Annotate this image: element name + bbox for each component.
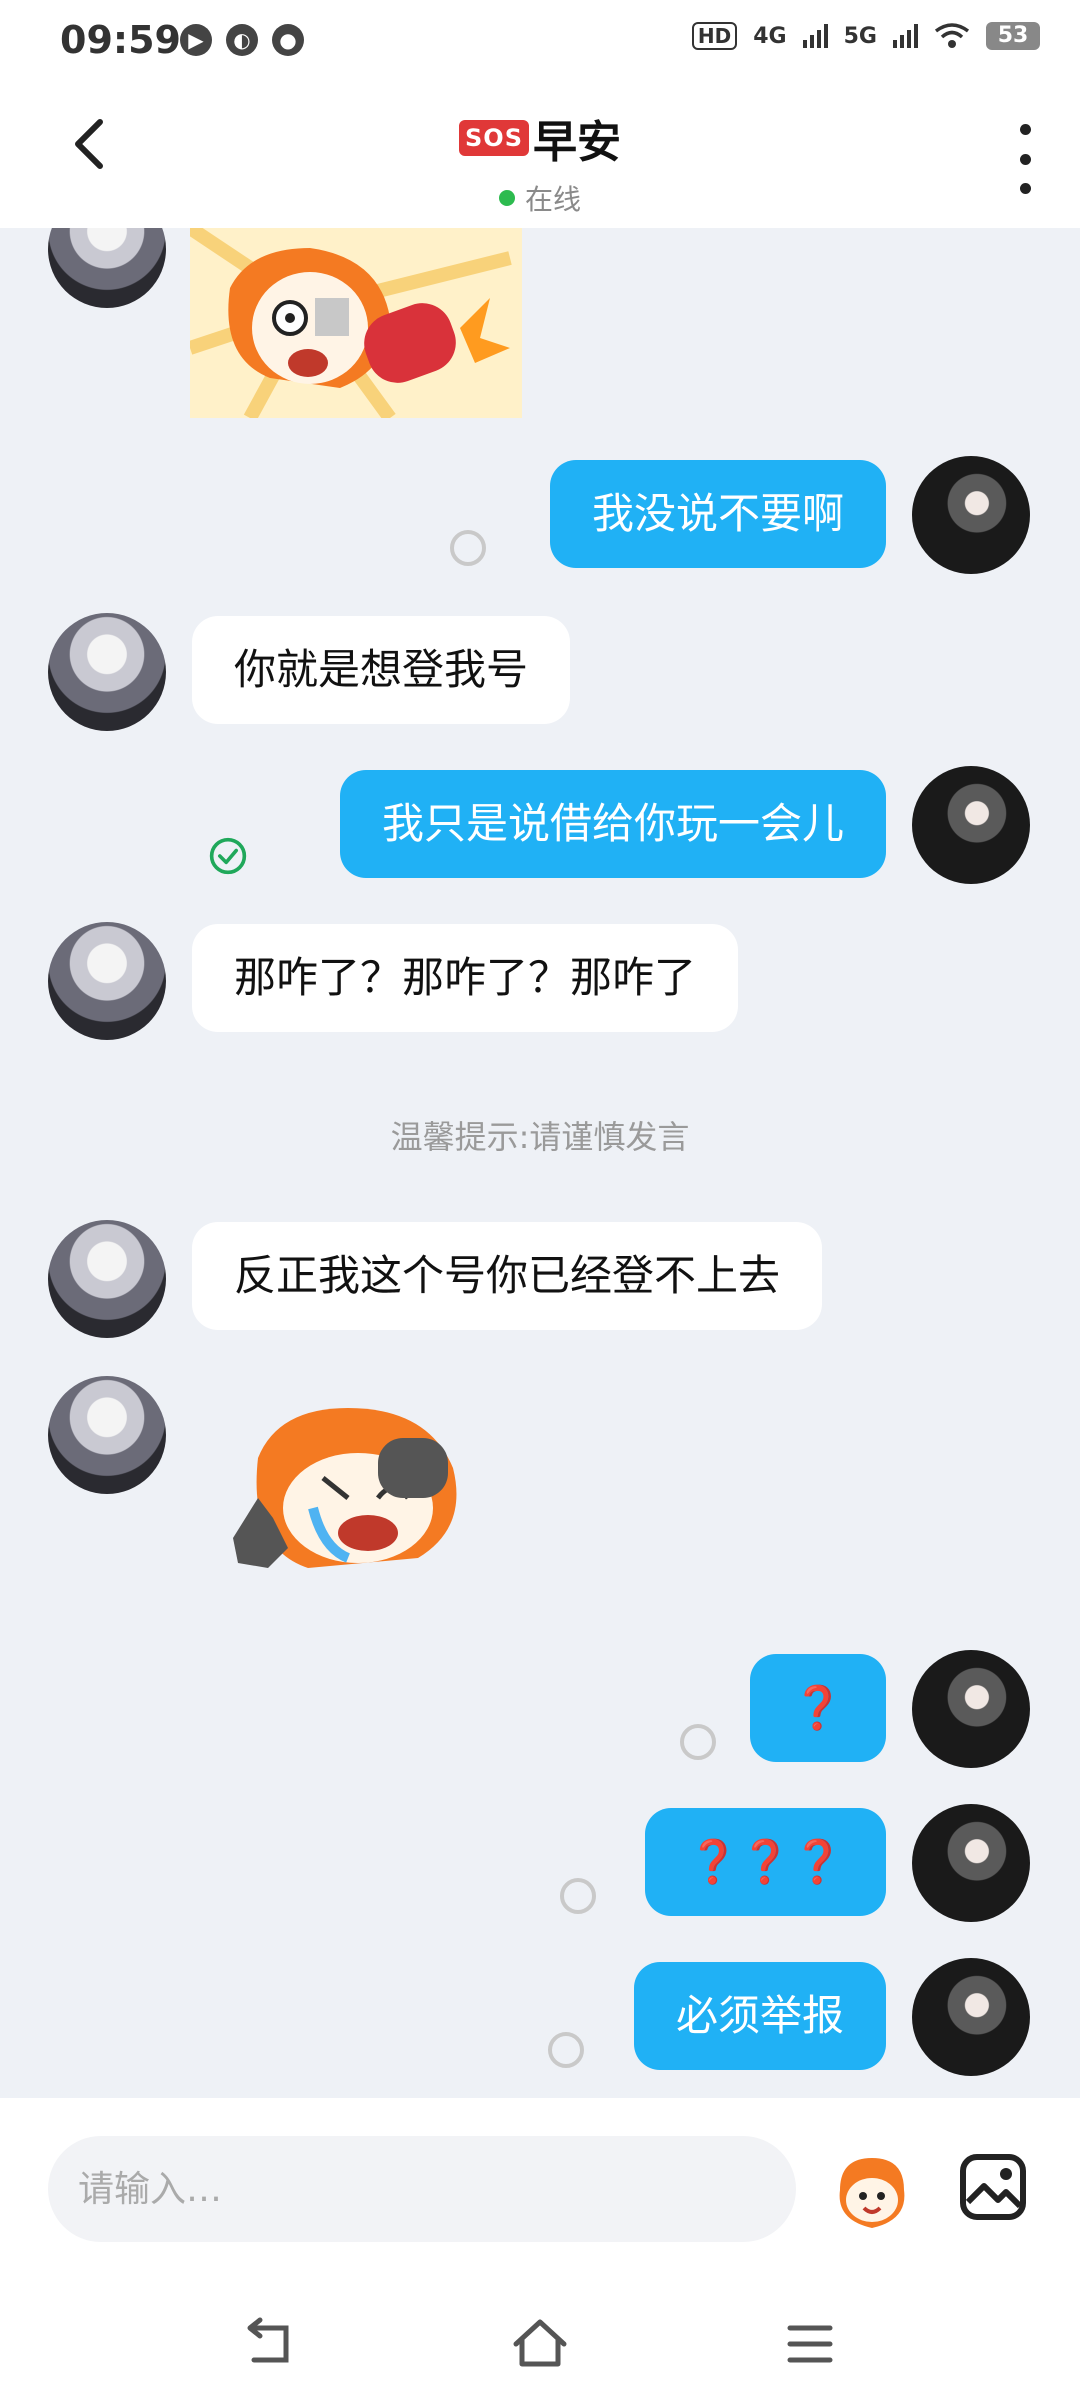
more-options-button[interactable] (1010, 124, 1040, 194)
my-avatar[interactable] (912, 766, 1030, 884)
unread-indicator-icon (560, 1878, 596, 1914)
message-input-bar (0, 2098, 1080, 2278)
my-avatar[interactable] (912, 456, 1030, 574)
hd-icon: HD (691, 22, 738, 50)
my-avatar[interactable] (912, 1650, 1030, 1768)
wifi-icon (934, 23, 970, 48)
sticker-button[interactable] (830, 2150, 914, 2234)
app-icon: ◐ (226, 24, 258, 56)
avatar[interactable] (48, 1220, 166, 1338)
contact-name: 早安 (532, 117, 621, 168)
online-dot-icon (498, 190, 515, 206)
message-bubble-outgoing[interactable]: 我没说不要啊 (549, 460, 886, 568)
message-bubble-outgoing[interactable]: 我只是说借给你玩一会儿 (339, 770, 886, 878)
unread-indicator-icon (548, 2032, 584, 2068)
signal-icon (802, 24, 828, 48)
avatar[interactable] (48, 613, 166, 731)
net-5g-label: 5G (843, 23, 877, 49)
sticker-laugh-cry[interactable] (228, 1398, 478, 1588)
message-bubble-outgoing[interactable]: ❓❓❓ (645, 1808, 886, 1916)
notification-icons: ▶ ◐ ● (180, 24, 304, 56)
net-4g-label: 4G (753, 23, 787, 49)
image-picker-icon[interactable] (958, 2152, 1028, 2222)
avatar[interactable] (48, 1376, 166, 1494)
sticker-punch[interactable] (190, 228, 522, 418)
message-bubble-incoming[interactable]: 反正我这个号你已经登不上去 (192, 1222, 823, 1330)
question-emojis: ❓❓❓ (687, 1837, 844, 1886)
avatar[interactable] (48, 228, 166, 308)
sos-badge: SOS (459, 120, 529, 156)
status-bar: 09:59 ▶ ◐ ● HD 4G 5G 53 (0, 0, 1080, 84)
online-status-label: 在线 (524, 183, 581, 216)
message-bubble-outgoing[interactable]: 必须举报 (633, 1962, 886, 2070)
my-avatar[interactable] (912, 1804, 1030, 1922)
chat-area: 我没说不要啊 你就是想登我号 我只是说借给你玩一会儿 那咋了？那咋了？那咋了 温… (0, 228, 1080, 2098)
chat-title: SOS 早安 (459, 106, 621, 170)
play-icon: ▶ (180, 24, 212, 56)
message-bubble-incoming[interactable]: 你就是想登我号 (192, 616, 571, 724)
status-time: 09:59 (60, 18, 181, 62)
unread-indicator-icon (680, 1724, 716, 1760)
online-status: 在线 (0, 178, 1080, 218)
message-input[interactable] (48, 2136, 796, 2242)
signal-icon-2 (893, 24, 918, 48)
message-bubble-outgoing[interactable]: ❓ (749, 1654, 886, 1762)
menu-nav-icon[interactable] (780, 2314, 840, 2374)
system-nav-bar (0, 2278, 1080, 2408)
read-check-icon (209, 837, 247, 875)
question-emoji: ❓ (791, 1683, 844, 1732)
system-icons: HD 4G 5G 53 (691, 22, 1040, 50)
back-nav-icon[interactable] (240, 2314, 300, 2374)
battery-indicator: 53 (986, 22, 1040, 50)
chat-icon: ● (272, 24, 304, 56)
title-block: SOS 早安 在线 (0, 106, 1080, 218)
avatar[interactable] (48, 922, 166, 1040)
unread-indicator-icon (450, 530, 486, 566)
warning-notice: 温馨提示:请谨慎发言 (390, 1118, 690, 1156)
my-avatar[interactable] (912, 1958, 1030, 2076)
home-nav-icon[interactable] (510, 2314, 570, 2374)
message-bubble-incoming[interactable]: 那咋了？那咋了？那咋了 (192, 924, 739, 1032)
chat-header: SOS 早安 在线 (0, 84, 1080, 228)
